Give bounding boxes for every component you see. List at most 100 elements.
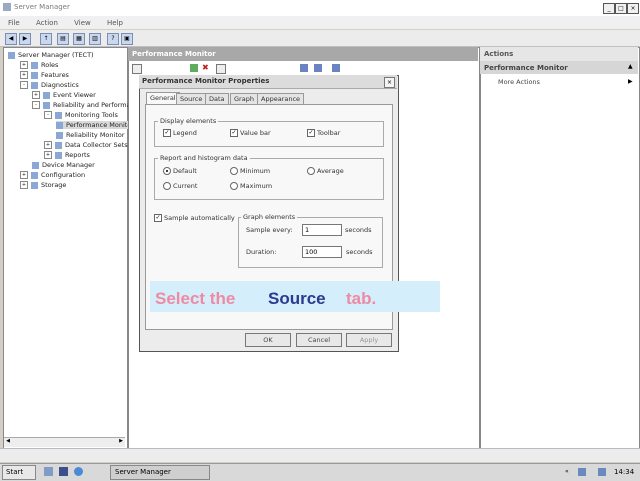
- delete-counter-icon[interactable]: ✖: [202, 64, 210, 72]
- tray-show-icons-icon[interactable]: «: [565, 468, 569, 475]
- menu-help[interactable]: Help: [107, 19, 123, 27]
- volume-tray-icon[interactable]: [598, 468, 606, 476]
- expand-icon[interactable]: +: [44, 141, 52, 149]
- tree-item[interactable]: - Diagnostics: [20, 81, 79, 89]
- highlight-icon[interactable]: [216, 64, 226, 74]
- tree-item[interactable]: + Features: [20, 71, 69, 79]
- export-icon[interactable]: ▥: [89, 33, 101, 45]
- cancel-button[interactable]: Cancel: [296, 333, 342, 347]
- tree-item[interactable]: + Roles: [20, 61, 58, 69]
- tree-item[interactable]: + Configuration: [20, 171, 85, 179]
- tree-node-icon: [55, 141, 62, 149]
- minimum-radio[interactable]: [230, 167, 238, 175]
- actions-header: Actions: [480, 47, 638, 62]
- expand-icon[interactable]: +: [20, 171, 28, 179]
- help-icon[interactable]: [332, 64, 340, 72]
- default-radio[interactable]: [163, 167, 171, 175]
- dialog-close-button[interactable]: ×: [384, 77, 395, 88]
- window-title: Server Manager: [14, 3, 70, 11]
- tree-item[interactable]: Reliability Monitor: [56, 131, 125, 139]
- actions-section-title: Performance Monitor: [484, 64, 568, 72]
- average-radio[interactable]: [307, 167, 315, 175]
- forward-icon[interactable]: ▶: [19, 33, 31, 45]
- show-hide-tree-icon[interactable]: ▤: [57, 33, 69, 45]
- value-bar-checkbox[interactable]: ✓: [230, 129, 238, 137]
- network-tray-icon[interactable]: [578, 468, 586, 476]
- start-label: Start: [6, 468, 24, 476]
- center-header: Performance Monitor: [128, 47, 478, 61]
- current-radio[interactable]: [163, 182, 171, 190]
- tree-item-label: Performance Monitor: [66, 121, 134, 129]
- collapse-icon[interactable]: -: [20, 81, 28, 89]
- tree-item[interactable]: + Data Collector Sets: [44, 141, 128, 149]
- internet-explorer-icon[interactable]: [74, 467, 83, 476]
- duration-input[interactable]: 100: [302, 246, 342, 258]
- instruction-text-highlight: Source: [268, 289, 326, 308]
- minimum-label: Minimum: [240, 167, 271, 175]
- tree-node-icon: [8, 51, 15, 59]
- scroll-left-icon[interactable]: ◀: [4, 438, 12, 446]
- menu-view[interactable]: View: [74, 19, 91, 27]
- tree-item-label: Monitoring Tools: [65, 111, 118, 119]
- close-button[interactable]: ×: [627, 3, 639, 14]
- tree-node-icon: [31, 61, 38, 69]
- sample-every-unit: seconds: [345, 226, 372, 234]
- up-icon[interactable]: ↑: [40, 33, 52, 45]
- console-icon[interactable]: ▣: [121, 33, 133, 45]
- navigation-tree: Server Manager (TECT) + Roles + Features - Dia…: [3, 47, 142, 449]
- maximize-button[interactable]: □: [615, 3, 627, 14]
- legend-checkbox[interactable]: ✓: [163, 129, 171, 137]
- pause-icon[interactable]: [300, 64, 308, 72]
- collapse-icon[interactable]: ▲: [628, 63, 633, 70]
- value-bar-label: Value bar: [240, 129, 271, 137]
- update-icon[interactable]: [314, 64, 322, 72]
- view-current-activity-icon[interactable]: [132, 64, 142, 74]
- actions-section-header[interactable]: Performance Monitor ▲: [480, 61, 638, 74]
- tree-node-icon: [32, 161, 39, 169]
- add-counter-icon[interactable]: [190, 64, 198, 72]
- server-manager-quicklaunch-icon[interactable]: [44, 467, 53, 476]
- tree-item[interactable]: - Monitoring Tools: [44, 111, 118, 119]
- menu-action[interactable]: Action: [36, 19, 58, 27]
- tree-horizontal-scrollbar[interactable]: ◀ ▶: [4, 437, 125, 447]
- minimize-button[interactable]: _: [603, 3, 615, 14]
- toolbar-label: Toolbar: [317, 129, 341, 137]
- tree-item[interactable]: Device Manager: [32, 161, 95, 169]
- tree-node-icon: [55, 151, 62, 159]
- tree-item-label: Features: [41, 71, 69, 79]
- start-button[interactable]: Start: [2, 465, 36, 480]
- tree-item[interactable]: Performance Monitor: [56, 121, 134, 129]
- tree-item-label: Data Collector Sets: [65, 141, 128, 149]
- current-label: Current: [173, 182, 198, 190]
- expand-icon[interactable]: +: [20, 71, 28, 79]
- help-icon[interactable]: ?: [107, 33, 119, 45]
- properties-icon[interactable]: ▦: [73, 33, 85, 45]
- tree-item[interactable]: + Event Viewer: [32, 91, 96, 99]
- tree-item[interactable]: - Reliability and Performance: [32, 101, 142, 109]
- scroll-right-icon[interactable]: ▶: [117, 438, 125, 446]
- maximum-radio[interactable]: [230, 182, 238, 190]
- expand-icon[interactable]: +: [44, 151, 52, 159]
- back-icon[interactable]: ◀: [5, 33, 17, 45]
- expand-icon[interactable]: +: [20, 181, 28, 189]
- apply-button[interactable]: Apply: [346, 333, 392, 347]
- center-title: Performance Monitor: [132, 50, 216, 58]
- toolbar-checkbox[interactable]: ✓: [307, 129, 315, 137]
- expand-icon[interactable]: +: [20, 61, 28, 69]
- more-actions-link[interactable]: More Actions: [498, 78, 540, 86]
- tree-item[interactable]: + Storage: [20, 181, 66, 189]
- sample-automatically-checkbox[interactable]: ✓: [154, 214, 162, 222]
- taskbar-server-manager[interactable]: Server Manager: [110, 465, 210, 480]
- menu-bar: File Action View Help: [0, 16, 640, 29]
- clock[interactable]: 14:34: [614, 468, 634, 476]
- menu-file[interactable]: File: [8, 19, 20, 27]
- ok-button[interactable]: OK: [245, 333, 291, 347]
- tree-item[interactable]: Server Manager (TECT): [8, 51, 94, 59]
- tree-node-icon: [31, 71, 38, 79]
- collapse-icon[interactable]: -: [44, 111, 52, 119]
- expand-icon[interactable]: +: [32, 91, 40, 99]
- collapse-icon[interactable]: -: [32, 101, 40, 109]
- powershell-quicklaunch-icon[interactable]: [59, 467, 68, 476]
- sample-every-input[interactable]: 1: [302, 224, 342, 236]
- tree-item[interactable]: + Reports: [44, 151, 90, 159]
